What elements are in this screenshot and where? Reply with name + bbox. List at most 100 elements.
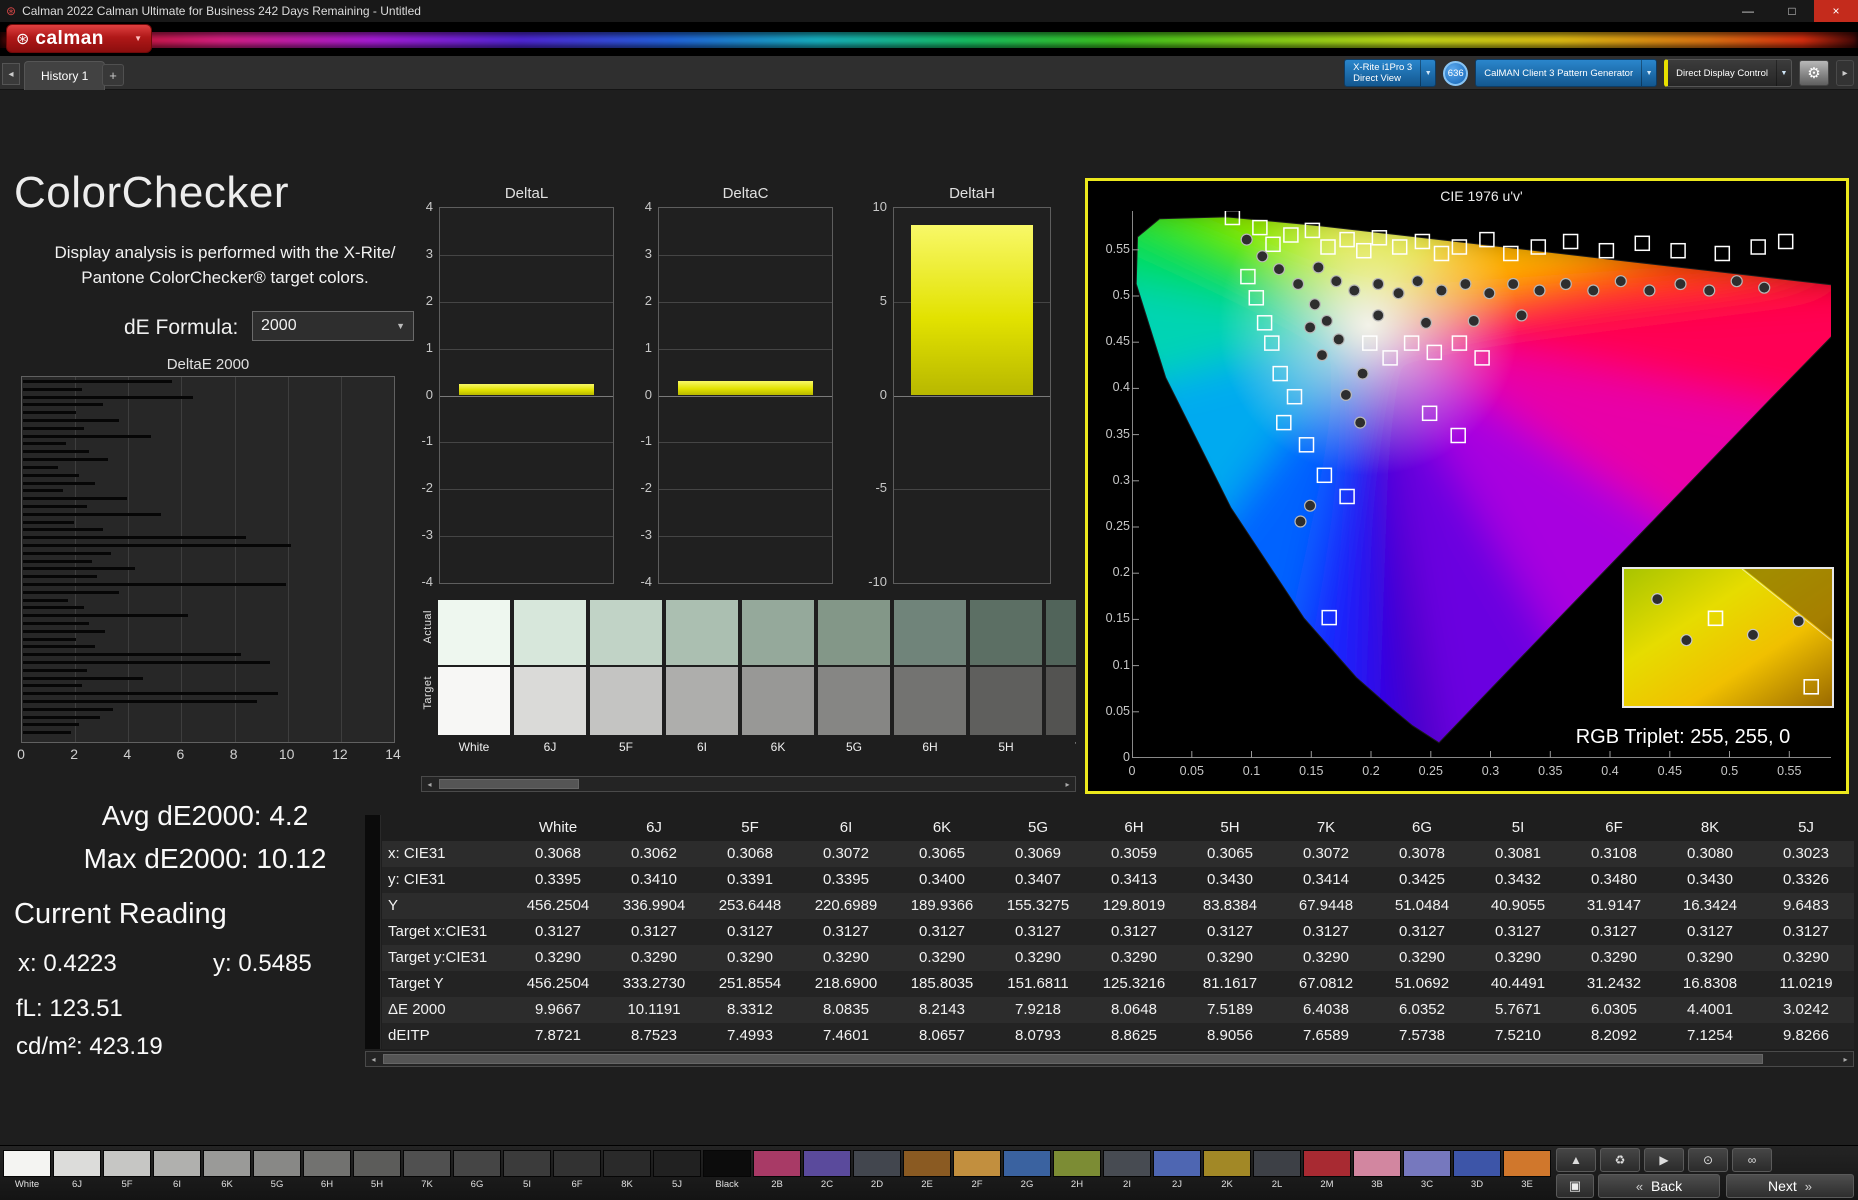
table-cell: 7.6589	[1278, 1023, 1374, 1049]
delta-e-bar	[23, 466, 58, 469]
scroll-left-icon[interactable]: ◂	[422, 780, 437, 789]
scrollbar-thumb[interactable]	[383, 1054, 1763, 1064]
meter-button[interactable]: X-Rite i1Pro 3 Direct View ▼	[1344, 59, 1436, 87]
swatch-label: 2H	[1053, 1179, 1101, 1190]
delete-icon[interactable]: ♻	[1600, 1148, 1640, 1172]
gridline	[440, 302, 613, 303]
patch-swatch-white[interactable]: White	[3, 1150, 51, 1190]
table-cell: 0.3081	[1470, 841, 1566, 867]
scrollbar-track[interactable]	[381, 1052, 1838, 1066]
scroll-left-icon[interactable]: ◂	[366, 1055, 381, 1064]
patch-swatch-6i[interactable]: 6I	[153, 1150, 201, 1190]
patch-swatch-2m[interactable]: 2M	[1303, 1150, 1351, 1190]
table-cell: 8.2143	[894, 997, 990, 1023]
patch-preview-column: 6K	[742, 600, 814, 754]
patch-swatch-2h[interactable]: 2H	[1053, 1150, 1101, 1190]
gridline	[440, 255, 613, 256]
patch-swatch-2d[interactable]: 2D	[853, 1150, 901, 1190]
current-cd-value: cd/m²: 423.19	[16, 1033, 163, 1061]
patch-swatch-6g[interactable]: 6G	[453, 1150, 501, 1190]
patch-swatch-2c[interactable]: 2C	[803, 1150, 851, 1190]
axis-tick-label: 0.25	[1409, 764, 1453, 778]
patch-swatch-7k[interactable]: 7K	[403, 1150, 451, 1190]
tab-history-1[interactable]: History 1	[24, 61, 105, 90]
patch-swatch-5h[interactable]: 5H	[353, 1150, 401, 1190]
calman-logo-menu[interactable]: ⊛ calman ▼	[6, 24, 152, 53]
scrollbar-track[interactable]	[437, 777, 1060, 791]
scroll-right-icon[interactable]: ▸	[1060, 780, 1075, 789]
patch-swatch-6h[interactable]: 6H	[303, 1150, 351, 1190]
cie-measured-point	[1349, 285, 1360, 296]
patch-swatch-2j[interactable]: 2J	[1153, 1150, 1201, 1190]
patch-preview-column: 5G	[818, 600, 890, 754]
expand-panel-icon[interactable]: ▲	[1556, 1148, 1596, 1172]
patch-swatch-5g[interactable]: 5G	[253, 1150, 301, 1190]
scrollbar-thumb[interactable]	[439, 779, 579, 789]
table-col-header: 5H	[1182, 815, 1278, 841]
patch-swatch-black[interactable]: Black	[703, 1150, 751, 1190]
patch-swatch-6f[interactable]: 6F	[553, 1150, 601, 1190]
table-cell: 0.3391	[702, 867, 798, 893]
gear-icon[interactable]: ⚙	[1799, 60, 1829, 86]
loop-icon[interactable]: ∞	[1732, 1148, 1772, 1172]
patch-strip-scrollbar[interactable]: ◂ ▸	[421, 776, 1076, 792]
table-cell: 0.3108	[1566, 841, 1662, 867]
add-tab-button[interactable]: +	[102, 64, 124, 86]
table-cell: 0.3413	[1086, 867, 1182, 893]
axis-tick-label: 6	[166, 746, 194, 762]
patch-swatch-2g[interactable]: 2G	[1003, 1150, 1051, 1190]
table-cell: 0.3430	[1662, 867, 1758, 893]
cie-measured-point	[1644, 285, 1655, 296]
table-col-header: 5F	[702, 815, 798, 841]
patch-swatch-6k[interactable]: 6K	[203, 1150, 251, 1190]
minimize-button[interactable]: —	[1726, 0, 1770, 22]
target-icon[interactable]: ⊙	[1688, 1148, 1728, 1172]
tab-scroll-left-button[interactable]: ◂	[2, 63, 20, 85]
swatch-label: White	[3, 1179, 51, 1190]
swatch-label: 6K	[203, 1179, 251, 1190]
next-button[interactable]: Next »	[1726, 1174, 1854, 1198]
swatch-color	[453, 1150, 501, 1177]
table-col-header: 6J	[606, 815, 702, 841]
close-button[interactable]: ×	[1814, 0, 1858, 22]
patch-swatch-2l[interactable]: 2L	[1253, 1150, 1301, 1190]
patch-swatch-3d[interactable]: 3D	[1453, 1150, 1501, 1190]
cie-measured-point	[1309, 299, 1320, 310]
de-formula-select[interactable]: 2000 ▼	[252, 311, 414, 341]
back-button[interactable]: « Back	[1598, 1174, 1720, 1198]
patch-swatch-8k[interactable]: 8K	[603, 1150, 651, 1190]
delta-e-bar	[23, 583, 286, 586]
chart-title: DeltaC	[658, 185, 833, 202]
collapse-panel-icon[interactable]: ▸	[1836, 60, 1854, 86]
patch-swatch-2e[interactable]: 2E	[903, 1150, 951, 1190]
patch-swatch-6j[interactable]: 6J	[53, 1150, 101, 1190]
delta-e-bar	[23, 497, 127, 500]
scroll-right-icon[interactable]: ▸	[1838, 1055, 1853, 1064]
chevron-down-icon: ▼	[396, 321, 405, 331]
table-cell: 8.9056	[1182, 1023, 1278, 1049]
patch-swatch-3b[interactable]: 3B	[1353, 1150, 1401, 1190]
cie-target-point	[1564, 235, 1578, 249]
patch-swatch-5i[interactable]: 5I	[503, 1150, 551, 1190]
pattern-generator-button[interactable]: CalMAN Client 3 Pattern Generator ▼	[1475, 59, 1657, 87]
delta-e-bar	[23, 661, 270, 664]
pattern-window-button[interactable]: ▣	[1556, 1174, 1594, 1198]
meter-count-badge[interactable]: 636	[1443, 61, 1468, 86]
target-swatch	[438, 667, 510, 735]
play-icon[interactable]: ▶	[1644, 1148, 1684, 1172]
patch-swatch-2f[interactable]: 2F	[953, 1150, 1001, 1190]
patch-swatch-5f[interactable]: 5F	[103, 1150, 151, 1190]
patch-swatch-3e[interactable]: 3E	[1503, 1150, 1551, 1190]
table-scrollbar[interactable]: ◂ ▸	[365, 1051, 1854, 1067]
cie-measured-point	[1293, 279, 1304, 290]
cie-measured-point	[1421, 317, 1432, 328]
patch-swatch-3c[interactable]: 3C	[1403, 1150, 1451, 1190]
patch-swatch-5j[interactable]: 5J	[653, 1150, 701, 1190]
table-cell: 0.3127	[1086, 919, 1182, 945]
patch-swatch-2k[interactable]: 2K	[1203, 1150, 1251, 1190]
patch-swatch-2b[interactable]: 2B	[753, 1150, 801, 1190]
patch-swatch-2i[interactable]: 2I	[1103, 1150, 1151, 1190]
maximize-button[interactable]: □	[1770, 0, 1814, 22]
swatch-label: 5H	[353, 1179, 401, 1190]
display-control-button[interactable]: Direct Display Control ▼	[1664, 59, 1792, 87]
